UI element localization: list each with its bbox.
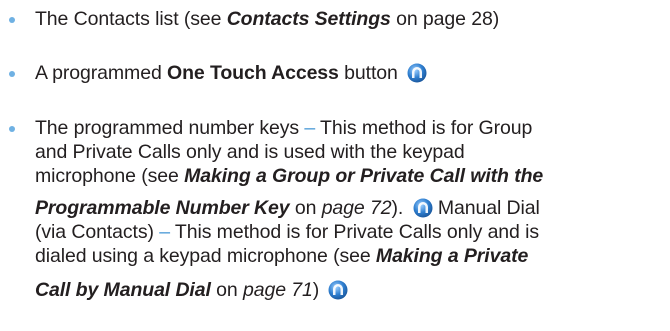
item-text: The programmed number keys [35, 117, 305, 139]
bullet-marker [9, 71, 15, 77]
item-text: The Contacts list (see [35, 8, 227, 30]
en-dash: – [159, 221, 170, 243]
cross-reference-making-private-call[interactable]: Making a Private [376, 245, 528, 267]
cross-reference-group-private-call[interactable]: Making a Group or Private Call with the [184, 165, 543, 187]
cross-reference-call-by-manual-dial[interactable]: Call by Manual Dial [35, 279, 211, 301]
item-text: ). [391, 197, 404, 219]
term-one-touch-access: One Touch Access [167, 62, 339, 84]
en-dash: – [304, 117, 316, 139]
one-touch-access-icon [328, 280, 348, 300]
list-item-number-keys-line3: microphone (see Making a Group or Privat… [35, 165, 543, 187]
item-text: on [289, 197, 322, 219]
bullet-marker [9, 17, 15, 23]
one-touch-access-icon [407, 63, 427, 83]
bullet-marker [9, 126, 15, 132]
item-text: button [338, 62, 398, 84]
item-text: on page 28) [390, 8, 500, 30]
page-reference[interactable]: page 71 [243, 279, 313, 301]
list-item-contacts-list: The Contacts list (see Contacts Settings… [35, 8, 499, 30]
list-item-one-touch-access: A programmed One Touch Access button [35, 62, 427, 84]
list-item-number-keys-line2: and Private Calls only and is used with … [35, 141, 465, 163]
list-item-number-keys-line6: dialed using a keypad microphone (see Ma… [35, 245, 528, 267]
item-text: ) [312, 279, 320, 301]
list-item-number-keys-line5: (via Contacts) – This method is for Priv… [35, 221, 539, 243]
list-item-number-keys-line7: Call by Manual Dial on page 71) [35, 279, 348, 301]
cross-reference-contacts-settings[interactable]: Contacts Settings [227, 8, 391, 30]
item-text: This method is for Group [315, 117, 533, 139]
item-text: Manual Dial [432, 197, 540, 219]
cross-reference-programmable-number-key[interactable]: Programmable Number Key [35, 197, 290, 219]
item-text: dialed using a keypad microphone (see [35, 245, 376, 267]
manual-dial-icon [413, 198, 433, 218]
item-text: microphone (see [35, 165, 185, 187]
item-text: (via Contacts) [35, 221, 160, 243]
list-item-number-keys-line4: Programmable Number Key on page 72). Man… [35, 197, 540, 219]
item-text: on [210, 279, 243, 301]
item-text: and Private Calls only and is used with … [35, 141, 465, 163]
page-reference[interactable]: page 72 [322, 197, 392, 219]
item-text: A programmed [35, 62, 168, 84]
list-item-number-keys-line1: The programmed number keys – This method… [35, 117, 532, 139]
item-text: This method is for Private Calls only an… [169, 221, 540, 243]
